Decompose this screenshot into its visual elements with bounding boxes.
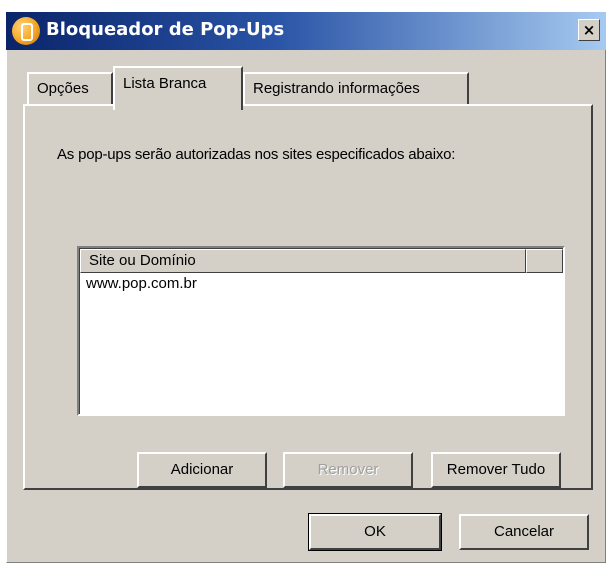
ok-button[interactable]: OK [308, 513, 442, 551]
listview-frame: Site ou Domínio www.pop.com.br [79, 248, 563, 414]
list-item[interactable]: www.pop.com.br [86, 275, 197, 292]
column-header-site[interactable]: Site ou Domínio [80, 249, 526, 273]
cancel-button[interactable]: Cancelar [459, 514, 589, 550]
add-button[interactable]: Adicionar [137, 452, 267, 488]
tab-lista-branca[interactable]: Lista Branca [113, 66, 243, 110]
close-button[interactable]: × [578, 19, 600, 41]
whitelist-listview[interactable]: Site ou Domínio www.pop.com.br [77, 246, 565, 416]
tab-registrando-informacoes[interactable]: Registrando informações [243, 72, 469, 106]
window-title: Bloqueador de Pop-Ups [46, 19, 285, 40]
popup-blocker-icon [12, 17, 40, 45]
tab-opcoes[interactable]: Opções [27, 72, 113, 106]
title-bar[interactable]: Bloqueador de Pop-Ups × [6, 12, 606, 50]
remove-all-button[interactable]: Remover Tudo [431, 452, 561, 488]
tab-panel-lista-branca: As pop-ups serão autorizadas nos sites e… [23, 104, 593, 490]
column-header-extra[interactable] [526, 249, 563, 273]
popup-blocker-dialog: Bloqueador de Pop-Ups × Opções Lista Bra… [0, 0, 612, 569]
remove-button[interactable]: Remover [283, 452, 413, 488]
dialog-client-area: Opções Lista Branca Registrando informaç… [6, 50, 606, 563]
whitelist-description: As pop-ups serão autorizadas nos sites e… [57, 146, 456, 163]
